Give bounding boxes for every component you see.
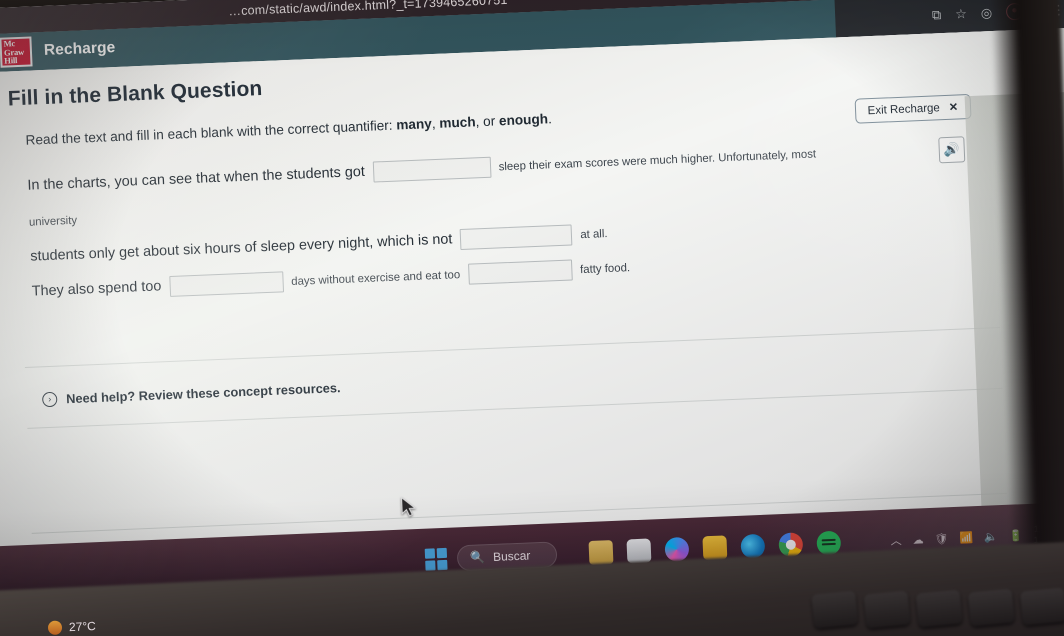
speaker-icon[interactable]: 🔊 (938, 136, 966, 164)
chevron-right-circle-icon[interactable]: › (41, 391, 58, 408)
search-placeholder: Buscar (492, 548, 531, 564)
logo-line-3: Hill (4, 55, 18, 66)
page-title: Fill in the Blank Question (7, 77, 263, 111)
passage-segment-3: students only get about six hours of sle… (30, 231, 453, 265)
blank-input-2[interactable] (459, 224, 573, 250)
photo-of-laptop-screen: …com/static/awd/index.html?_t=1739465260… (0, 0, 1064, 636)
quantifier-many: many (395, 116, 433, 133)
exit-recharge-label: Exit Recharge (867, 101, 941, 117)
instructions-suffix: . (547, 111, 553, 127)
quantifier-enough: enough (498, 111, 549, 129)
search-icon: 🔍 (469, 550, 486, 565)
blank-input-4[interactable] (467, 259, 573, 285)
close-icon[interactable]: ✕ (949, 101, 959, 114)
passage-segment-4: at all. (580, 227, 608, 242)
passage-segment-6: days without exercise and eat too (291, 269, 461, 289)
passage-segment-1: In the charts, you can see that when the… (27, 164, 366, 195)
star-icon[interactable]: ☆ (955, 6, 967, 21)
mcgraw-hill-logo-icon: Mc Graw Hill (0, 36, 33, 68)
exit-recharge-button[interactable]: Exit Recharge ✕ (854, 93, 972, 124)
blank-input-1[interactable] (372, 156, 492, 183)
need-help-label: Need help? Review these concept resource… (65, 380, 341, 407)
weather-temperature: 27°C (68, 619, 97, 635)
passage-segment-7: fatty food. (579, 262, 631, 277)
windows-logo-icon[interactable] (424, 547, 448, 571)
sticky-note-app-icon[interactable] (588, 540, 614, 565)
security-icon[interactable]: 🛡 (934, 532, 948, 546)
puzzle-icon[interactable]: ⧉ (932, 7, 942, 22)
desktop-weather-widget[interactable]: 27°C (47, 619, 97, 635)
windows-app-icon[interactable] (626, 538, 652, 564)
volume-icon[interactable]: 🔈 (984, 530, 998, 544)
app-title: Recharge (43, 39, 116, 59)
need-help-row[interactable]: › Need help? Review these concept resour… (41, 380, 341, 408)
wifi-icon[interactable]: 📶 (959, 531, 973, 545)
sun-icon (47, 620, 63, 635)
onedrive-icon[interactable]: ☁ (912, 533, 923, 546)
laptop-screen: …com/static/awd/index.html?_t=1739465260… (0, 0, 1064, 609)
quantifier-much: much (439, 114, 476, 131)
divider-top (24, 326, 1001, 368)
blank-input-3[interactable] (168, 271, 284, 297)
chevron-up-icon[interactable]: ︿ (890, 532, 902, 548)
passage-segment-5: They also spend too (31, 278, 162, 300)
copilot-icon[interactable] (664, 536, 690, 562)
